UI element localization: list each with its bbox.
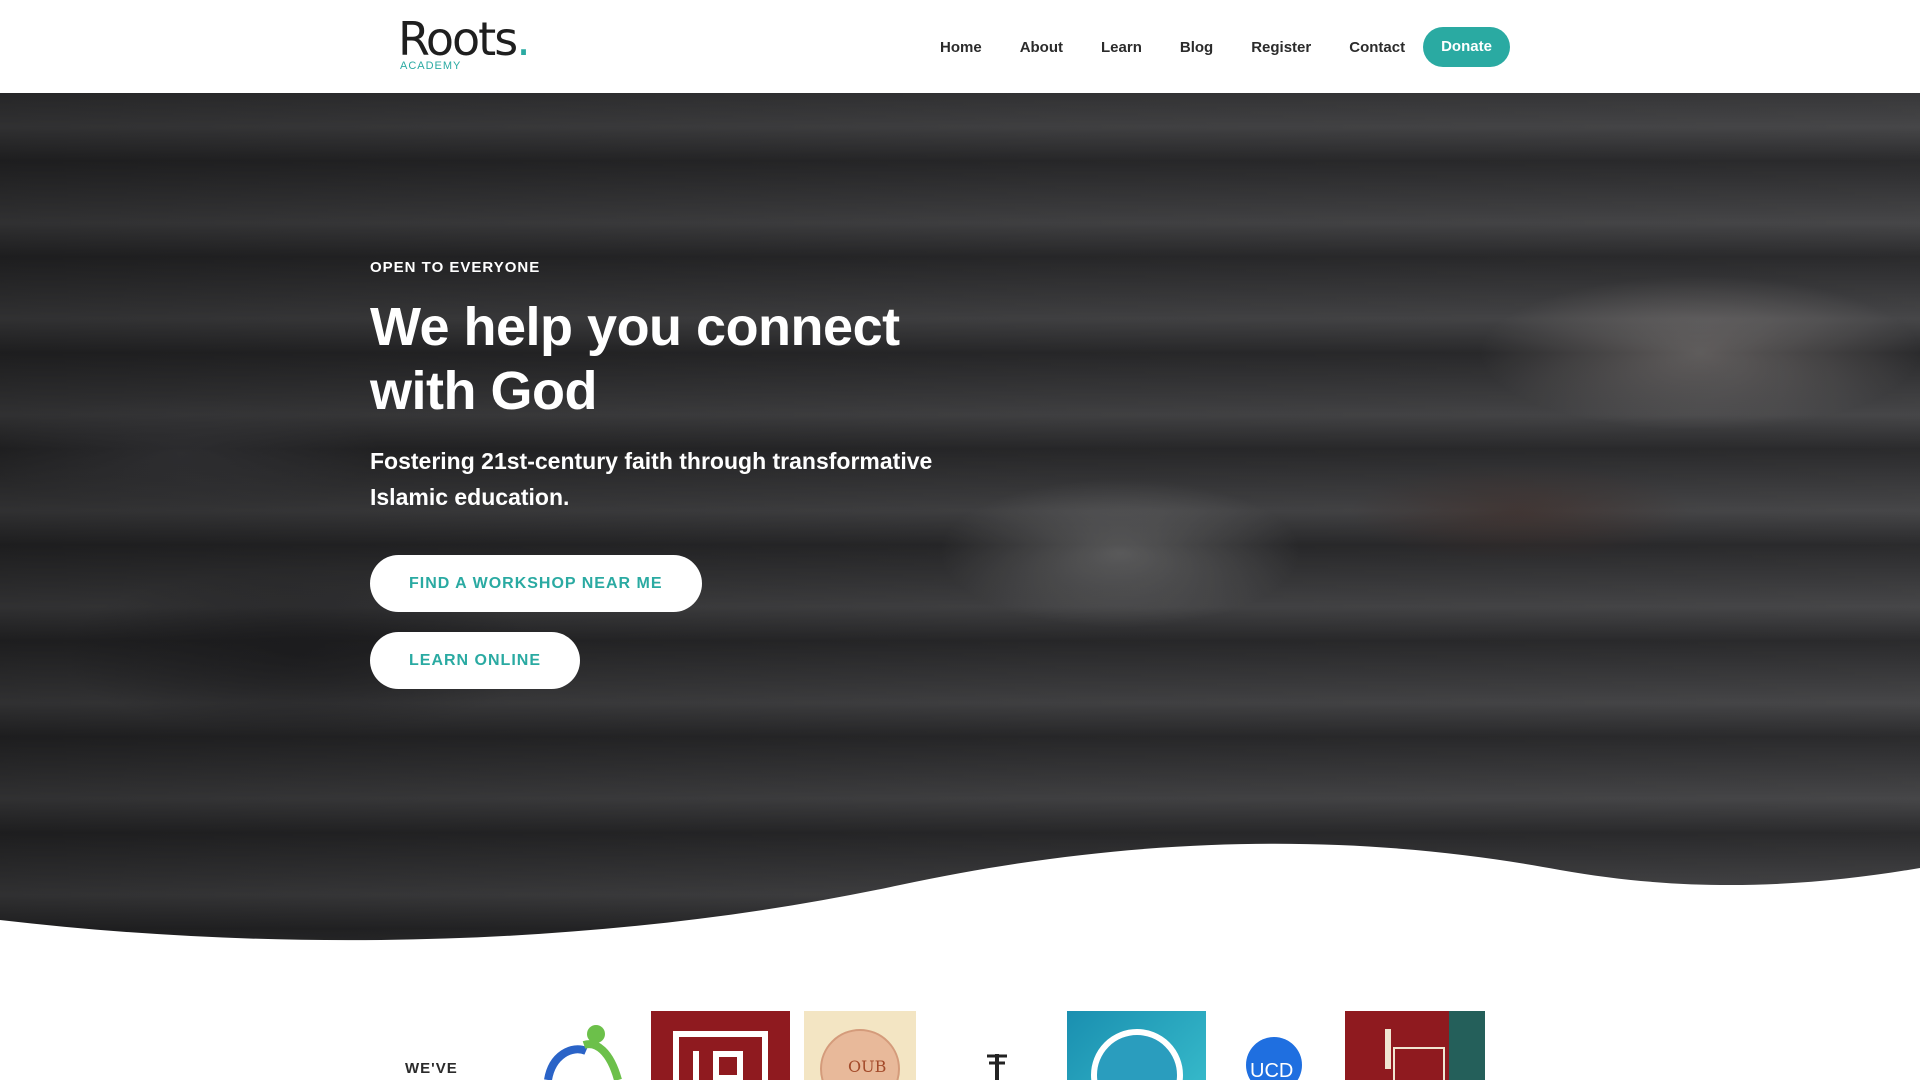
ucd-text: UCD (1250, 1060, 1294, 1080)
partners-label: WE'VE (405, 1060, 458, 1077)
nav-blog[interactable]: Blog (1180, 39, 1213, 56)
partner-logo-caduceus-icon (982, 1011, 1012, 1080)
hero-subheading: Fostering 21st-century faith through tra… (370, 448, 933, 510)
partner-logo-ucd-icon: UCD (1226, 1011, 1306, 1080)
green-figure-icon (544, 1025, 622, 1080)
partner-logo-isoc-icon (651, 1011, 790, 1080)
main-nav: Home About Learn Blog Register Contact D… (940, 27, 1510, 67)
minaret-frame (1393, 1047, 1445, 1080)
donate-button[interactable]: Donate (1423, 27, 1510, 67)
logo-wordmark: Roots. (398, 16, 548, 62)
hero-eyebrow: OPEN TO EVERYONE (370, 259, 541, 276)
partner-logo-green-figure-icon (540, 1011, 630, 1080)
oub-text: OUB (848, 1057, 887, 1076)
minaret-side-panel (1449, 1011, 1485, 1080)
logo-subtitle: ACADEMY (400, 60, 462, 72)
site-header: Roots. ACADEMY Home About Learn Blog Reg… (0, 0, 1920, 93)
hero-headline: We help you connect with God (370, 297, 900, 421)
learn-online-button[interactable]: LEARN ONLINE (370, 632, 580, 689)
minaret-tower (1385, 1029, 1391, 1069)
nav-learn[interactable]: Learn (1101, 39, 1142, 56)
find-workshop-button[interactable]: FIND A WORKSHOP NEAR ME (370, 555, 702, 612)
isoc-square (713, 1051, 743, 1080)
logo-name: Roots (398, 12, 518, 66)
isoc-bar (693, 1051, 699, 1080)
roots-academy-logo[interactable]: Roots. ACADEMY (398, 16, 548, 76)
hero-section: OPEN TO EVERYONE We help you connect wit… (0, 93, 1920, 950)
hero-wave-divider (0, 843, 1920, 950)
nav-about[interactable]: About (1020, 39, 1063, 56)
mosaic-ring (1091, 1029, 1183, 1080)
nav-home[interactable]: Home (940, 39, 982, 56)
nav-contact[interactable]: Contact (1349, 39, 1405, 56)
nav-register[interactable]: Register (1251, 39, 1311, 56)
partner-logo-oub-icon: OUB (804, 1011, 916, 1080)
partner-logo-blue-mosaic-icon (1067, 1011, 1206, 1080)
partner-logo-red-minaret-icon (1345, 1011, 1485, 1080)
caduceus-icon (987, 1054, 1007, 1080)
logo-dot: . (516, 12, 531, 66)
